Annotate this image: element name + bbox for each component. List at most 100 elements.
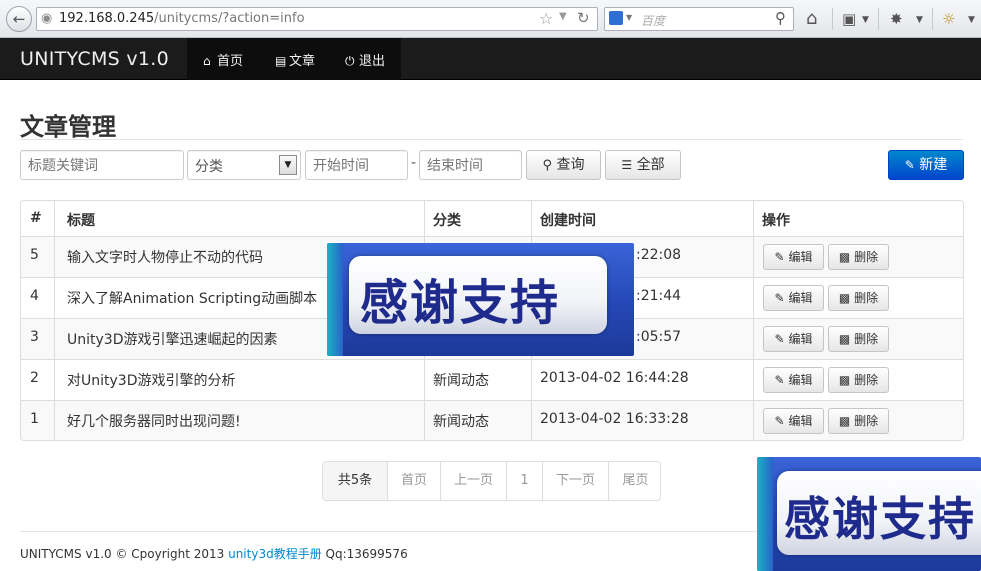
delete-button[interactable]: ▩ 删除 xyxy=(828,367,889,393)
power-icon: ⏻ xyxy=(345,54,355,68)
delete-button[interactable]: ▩ 删除 xyxy=(828,285,889,311)
table-row: 1 好几个服务器同时出现问题! 新闻动态 2013-04-02 16:33:28 ✎ 编… xyxy=(21,400,963,440)
nav-logout-label: 退出 xyxy=(359,54,386,69)
bookmarks-icon[interactable]: ▣ xyxy=(842,9,856,29)
bug-icon[interactable]: ✸ xyxy=(890,9,903,29)
title-divider xyxy=(20,139,963,140)
browser-toolbar: ← ◉ 192.168.0.245/unitycms/?action=info … xyxy=(0,0,981,38)
header-actions: 操作 xyxy=(762,213,790,229)
show-all-button[interactable]: ☰ 全部 xyxy=(605,150,681,180)
trash-icon: ▩ xyxy=(838,250,851,264)
brand[interactable]: UNITYCMS v1.0 xyxy=(20,48,169,70)
edit-button[interactable]: ✎ 编辑 xyxy=(763,367,824,393)
home-icon[interactable]: ⌂ xyxy=(806,9,817,29)
search-box[interactable]: ▼ 百度 ⚲ xyxy=(604,7,794,31)
pagination-last[interactable]: 尾页 xyxy=(609,462,660,500)
edit-button[interactable]: ✎ 编辑 xyxy=(763,408,824,434)
extension-icon[interactable]: ☼ xyxy=(942,9,955,29)
dropdown-icon[interactable]: ▼ xyxy=(559,11,567,22)
footer-link[interactable]: unity3d教程手册 xyxy=(228,547,322,561)
banner-edge xyxy=(757,457,773,571)
edit-button[interactable]: ✎ 编辑 xyxy=(763,244,824,270)
nav-home-label: 首页 xyxy=(217,54,244,69)
row-title[interactable]: Unity3D游戏引擎迅速崛起的因素 xyxy=(67,329,277,349)
pagination: 共5条 首页 上一页 1 下一页 尾页 xyxy=(322,461,661,501)
table-row: 2 对Unity3D游戏引擎的分析 新闻动态 2013-04-02 16:44:28 ✎… xyxy=(21,359,963,400)
row-created: :22:08 xyxy=(636,247,682,263)
footer-text: UNITYCMS v1.0 © Cpoyright 2013 xyxy=(20,547,229,561)
header-title: 标题 xyxy=(67,213,95,229)
edit-button-label: 编辑 xyxy=(788,250,813,264)
show-all-button-label: 全部 xyxy=(636,157,665,173)
pencil-icon: ✎ xyxy=(904,158,915,172)
start-date-input[interactable] xyxy=(305,150,408,180)
trash-icon: ▩ xyxy=(838,291,851,305)
edit-icon: ✎ xyxy=(774,414,785,428)
pagination-next[interactable]: 下一页 xyxy=(543,462,609,500)
column-divider xyxy=(54,201,55,440)
trash-icon: ▩ xyxy=(838,414,851,428)
reload-icon[interactable]: ↻ xyxy=(577,9,590,27)
row-category: 新闻动态 xyxy=(433,414,489,430)
delete-button-label: 删除 xyxy=(854,291,879,305)
delete-button-label: 删除 xyxy=(854,373,879,387)
chevron-down-icon: ▼ xyxy=(279,155,297,175)
keyword-input[interactable] xyxy=(20,150,184,180)
row-id: 4 xyxy=(30,288,39,304)
list-icon: ▤ xyxy=(275,54,287,68)
toolbar-separator xyxy=(932,8,933,30)
row-created: 2013-04-02 16:33:28 xyxy=(540,411,689,427)
new-article-button[interactable]: ✎ 新建 xyxy=(888,150,964,180)
row-title[interactable]: 输入文字时人物停止不动的代码 xyxy=(67,247,263,267)
footer: UNITYCMS v1.0 © Cpoyright 2013 unity3d教程… xyxy=(20,545,408,562)
pagination-prev[interactable]: 上一页 xyxy=(441,462,507,500)
thanks-banner-overlay: 感谢支持 xyxy=(327,243,634,356)
row-created: :05:57 xyxy=(636,329,682,345)
address-bar[interactable]: ◉ 192.168.0.245/unitycms/?action=info ☆ … xyxy=(36,7,598,31)
row-title[interactable]: 对Unity3D游戏引擎的分析 xyxy=(67,370,235,390)
back-icon[interactable]: ← xyxy=(6,6,32,32)
edit-button[interactable]: ✎ 编辑 xyxy=(763,285,824,311)
edit-button-label: 编辑 xyxy=(788,373,813,387)
nav-articles-label: 文章 xyxy=(289,54,316,69)
addon-dropdown-icon[interactable]: ▼ xyxy=(916,10,923,30)
delete-button[interactable]: ▩ 删除 xyxy=(828,408,889,434)
edit-icon: ✎ xyxy=(774,373,785,387)
banner-text-corner: 感谢支持 xyxy=(784,492,976,546)
menu-dropdown-icon[interactable]: ▼ xyxy=(968,10,975,30)
search-button[interactable]: ⚲ 查询 xyxy=(526,150,601,180)
toolbar-separator xyxy=(878,8,879,30)
page-title: 文章管理 xyxy=(20,113,116,141)
pagination-total: 共5条 xyxy=(323,462,388,500)
nav-home[interactable]: ⌂ 首页 xyxy=(203,50,243,69)
category-select[interactable]: 分类 ▼ xyxy=(187,150,301,180)
globe-icon: ◉ xyxy=(41,11,53,26)
delete-button-label: 删除 xyxy=(854,332,879,346)
delete-button[interactable]: ▩ 删除 xyxy=(828,244,889,270)
row-created: 2013-04-02 16:44:28 xyxy=(540,370,689,386)
toolbar-separator xyxy=(832,8,833,30)
pagination-current[interactable]: 1 xyxy=(507,462,543,500)
engine-dropdown-icon[interactable]: ▼ xyxy=(626,13,632,22)
bookmarks-dropdown-icon[interactable]: ▼ xyxy=(862,10,869,30)
nav-logout[interactable]: ⏻ 退出 xyxy=(345,50,385,69)
delete-button[interactable]: ▩ 删除 xyxy=(828,326,889,352)
row-category: 新闻动态 xyxy=(433,373,489,389)
edit-button[interactable]: ✎ 编辑 xyxy=(763,326,824,352)
thanks-banner-corner: 感谢支持 xyxy=(757,457,981,571)
bookmark-star-icon[interactable]: ☆ xyxy=(539,9,553,28)
url-host: 192.168.0.245 xyxy=(59,11,155,26)
edit-button-label: 编辑 xyxy=(788,414,813,428)
end-date-input[interactable] xyxy=(419,150,522,180)
header-id: # xyxy=(30,210,42,226)
row-id: 5 xyxy=(30,247,39,263)
baidu-icon xyxy=(609,11,623,25)
pagination-first[interactable]: 首页 xyxy=(388,462,441,500)
row-id: 1 xyxy=(30,411,39,427)
row-title[interactable]: 深入了解Animation Scripting动画脚本 xyxy=(67,288,317,308)
row-title[interactable]: 好几个服务器同时出现问题! xyxy=(67,411,241,431)
nav-articles[interactable]: ▤ 文章 xyxy=(275,50,315,69)
edit-button-label: 编辑 xyxy=(788,291,813,305)
search-icon[interactable]: ⚲ xyxy=(775,9,786,27)
column-divider xyxy=(753,201,754,440)
